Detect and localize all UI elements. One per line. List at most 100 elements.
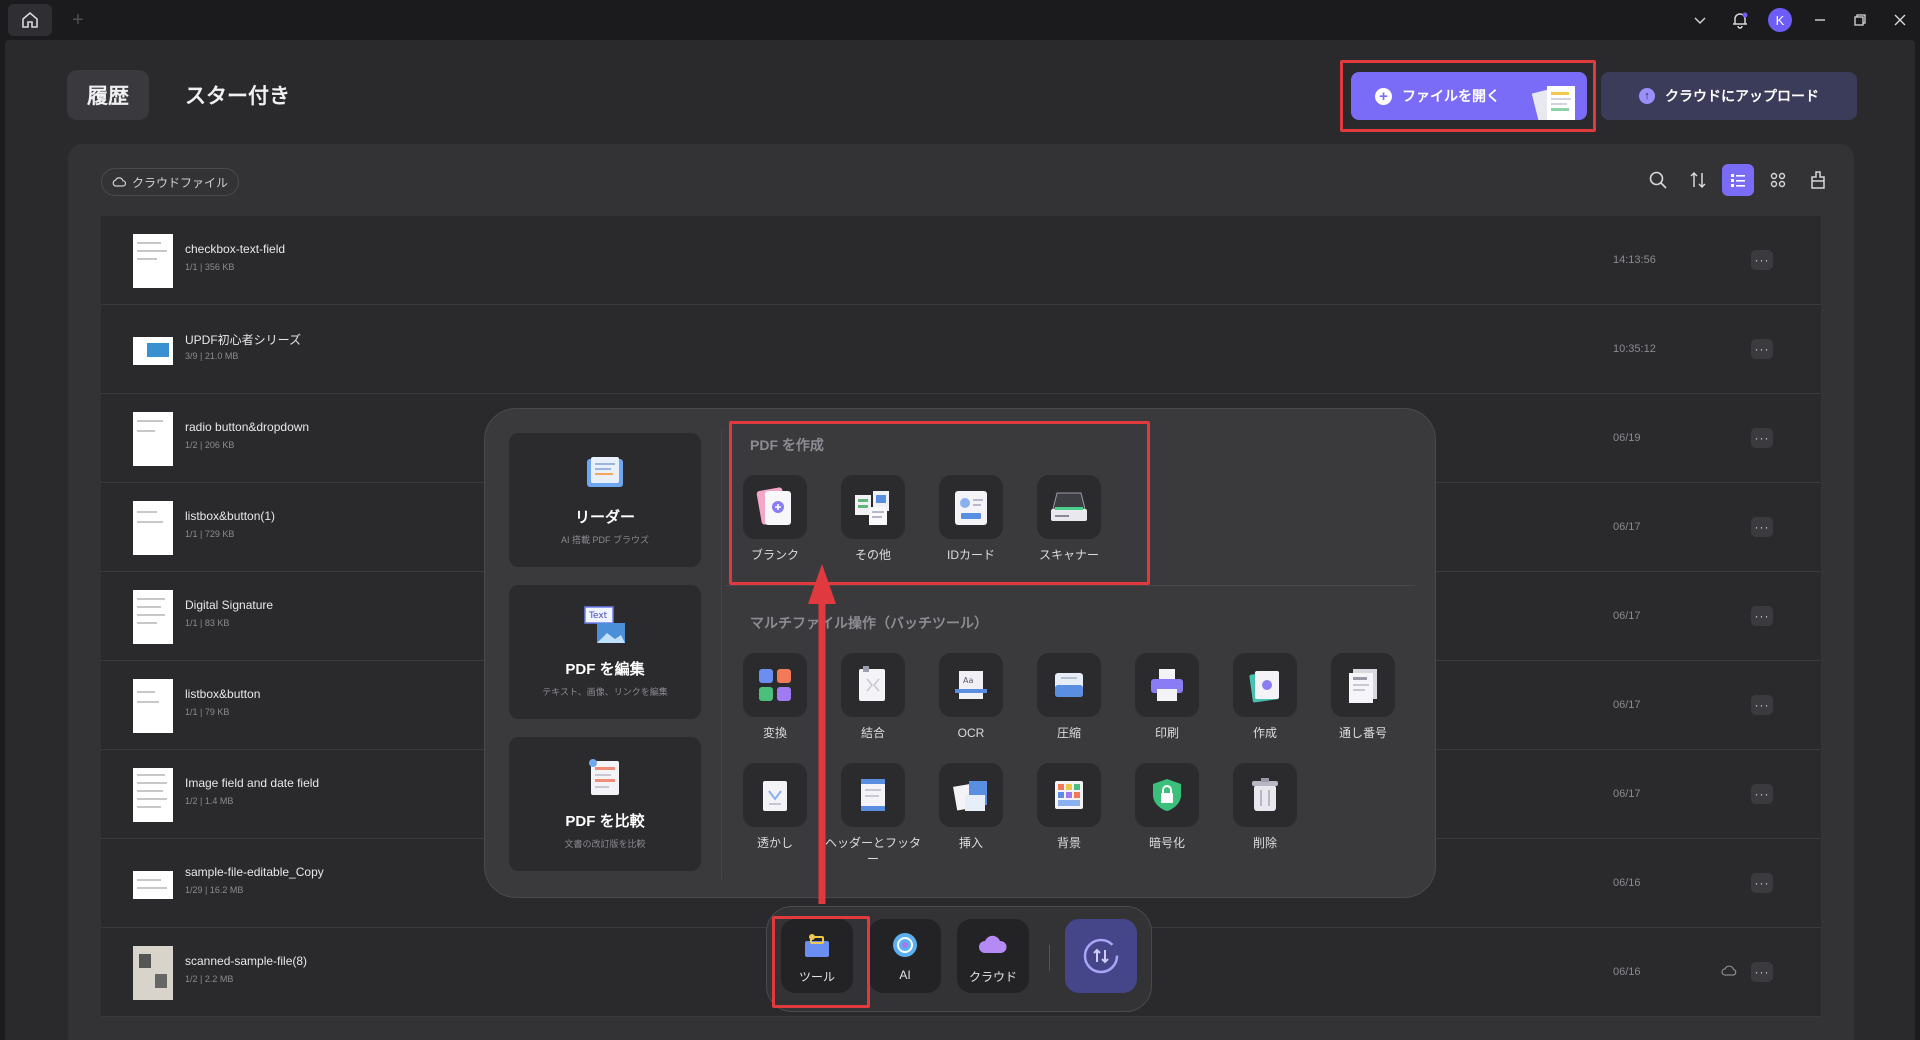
batch-insert-label: 挿入 <box>958 836 983 850</box>
home-button[interactable] <box>8 4 52 36</box>
file-name: listbox&button <box>185 687 261 701</box>
notification-button[interactable] <box>1720 0 1760 40</box>
more-options-button[interactable]: ··· <box>1751 873 1773 893</box>
file-thumbnail <box>133 337 173 365</box>
upload-label: クラウドにアップロード <box>1665 88 1819 104</box>
close-icon <box>1894 14 1906 26</box>
bates-number-icon <box>1349 669 1377 703</box>
cloud-lock-icon <box>112 177 126 187</box>
file-thumbnail <box>133 768 173 822</box>
more-options-button[interactable]: ··· <box>1751 962 1773 982</box>
tab-starred[interactable]: スター付き <box>165 70 310 120</box>
account-button[interactable]: K <box>1760 0 1800 40</box>
file-name: scanned-sample-file(8) <box>185 954 308 968</box>
batch-ocr-tool[interactable]: Aa OCR <box>923 653 1019 741</box>
compare-pdf-icon <box>589 759 619 795</box>
edit-pdf-card[interactable]: Text PDF を編集 テキスト、画像、リンクを編集 <box>509 585 701 719</box>
file-name: UPDF初心者シリーズ <box>185 333 302 347</box>
reader-card[interactable]: リーダー AI 搭載 PDF ブラウズ <box>509 433 701 567</box>
dropdown-button[interactable] <box>1680 0 1720 40</box>
upload-cloud-button[interactable]: ↑ クラウドにアップロード <box>1601 72 1857 120</box>
file-thumbnail <box>133 501 173 555</box>
shield-lock-icon <box>1153 779 1181 811</box>
broom-icon <box>1811 171 1825 189</box>
create-idcard-tool[interactable]: IDカード <box>923 475 1019 563</box>
file-time: 06/16 <box>1613 966 1641 978</box>
batch-header-footer-tool[interactable]: ヘッダーとフッター <box>825 763 921 867</box>
file-row[interactable]: checkbox-text-field 1/1 | 356 KB 14:13:5… <box>101 216 1821 305</box>
minimize-button[interactable] <box>1800 0 1840 40</box>
edit-pdf-subtitle: テキスト、画像、リンクを編集 <box>542 687 668 697</box>
batch-merge-label: 結合 <box>860 726 885 740</box>
batch-insert-tool[interactable]: 挿入 <box>923 763 1019 851</box>
restore-button[interactable] <box>1840 0 1880 40</box>
more-options-button[interactable]: ··· <box>1751 606 1773 626</box>
file-thumbnail <box>133 946 173 1000</box>
id-card-icon <box>955 491 987 525</box>
list-view-icon <box>1731 174 1745 187</box>
file-thumbnail <box>133 412 173 466</box>
grid-view-button[interactable] <box>1762 164 1794 196</box>
file-thumbnail <box>133 234 173 288</box>
close-button[interactable] <box>1880 0 1920 40</box>
dock-separator <box>1049 945 1050 971</box>
more-options-button[interactable]: ··· <box>1751 339 1773 359</box>
ai-icon <box>893 933 917 957</box>
compare-pdf-card[interactable]: PDF を比較 文書の改訂版を比較 <box>509 737 701 871</box>
batch-compress-label: 圧縮 <box>1056 726 1081 740</box>
create-doc-icon <box>1249 671 1279 703</box>
background-icon <box>1055 781 1083 809</box>
other-files-icon <box>855 491 889 525</box>
dock-ai-label: AI <box>899 968 911 982</box>
create-scanner-tool[interactable]: スキャナー <box>1021 475 1117 563</box>
batch-create-tool[interactable]: 作成 <box>1217 653 1313 741</box>
more-options-button[interactable]: ··· <box>1751 250 1773 270</box>
file-time: 14:13:56 <box>1613 254 1656 266</box>
batch-print-label: 印刷 <box>1154 726 1179 740</box>
more-options-button[interactable]: ··· <box>1751 695 1773 715</box>
more-options-button[interactable]: ··· <box>1751 784 1773 804</box>
batch-print-tool[interactable]: 印刷 <box>1119 653 1215 741</box>
dock-sync-button[interactable] <box>1065 919 1137 993</box>
dock-ai-button[interactable]: AI <box>869 919 941 993</box>
cloud-icon <box>979 935 1007 953</box>
restore-icon <box>1854 14 1866 26</box>
search-button[interactable] <box>1642 164 1674 196</box>
merge-icon <box>859 666 885 701</box>
file-meta: 1/1 | 83 KB <box>185 618 230 628</box>
file-meta: 1/1 | 356 KB <box>185 262 235 272</box>
more-options-button[interactable]: ··· <box>1751 428 1773 448</box>
cloud-files-filter[interactable]: クラウドファイル <box>101 168 240 196</box>
compress-icon <box>1055 673 1083 697</box>
svg-text:Aa: Aa <box>963 676 973 685</box>
batch-bates-tool[interactable]: 通し番号 <box>1315 653 1411 741</box>
new-tab-button[interactable]: + <box>64 6 92 34</box>
tab-history[interactable]: 履歴 <box>67 70 149 120</box>
batch-background-tool[interactable]: 背景 <box>1021 763 1117 851</box>
create-blank-tool[interactable]: ブランク <box>727 475 823 563</box>
annotation-arrow <box>808 564 836 904</box>
svg-text:Text: Text <box>588 611 608 621</box>
grid-view-icon <box>1770 172 1786 188</box>
edit-pdf-icon: Text <box>584 606 625 643</box>
batch-delete-tool[interactable]: 削除 <box>1217 763 1313 851</box>
compare-pdf-subtitle: 文書の改訂版を比較 <box>564 839 646 849</box>
batch-compress-tool[interactable]: 圧縮 <box>1021 653 1117 741</box>
batch-merge-tool[interactable]: 結合 <box>825 653 921 741</box>
batch-encrypt-label: 暗号化 <box>1148 836 1185 850</box>
file-row[interactable]: UPDF初心者シリーズ 3/9 | 21.0 MB 10:35:12 ··· <box>101 305 1821 394</box>
more-options-button[interactable]: ··· <box>1751 517 1773 537</box>
create-other-tool[interactable]: その他 <box>825 475 921 563</box>
tools-highlight <box>772 916 870 1008</box>
popup-divider-vertical <box>721 429 722 879</box>
dock-cloud-button[interactable]: クラウド <box>957 919 1029 993</box>
file-meta: 1/2 | 2.2 MB <box>185 974 234 984</box>
batch-header-footer-label: ヘッダーとフッター <box>825 836 922 866</box>
clear-history-button[interactable] <box>1802 164 1834 196</box>
batch-encrypt-tool[interactable]: 暗号化 <box>1119 763 1215 851</box>
sort-button[interactable] <box>1682 164 1714 196</box>
list-view-button[interactable] <box>1722 164 1754 196</box>
file-meta: 1/2 | 1.4 MB <box>185 796 234 806</box>
reader-icon <box>587 457 623 487</box>
view-toolbar <box>1642 164 1834 196</box>
